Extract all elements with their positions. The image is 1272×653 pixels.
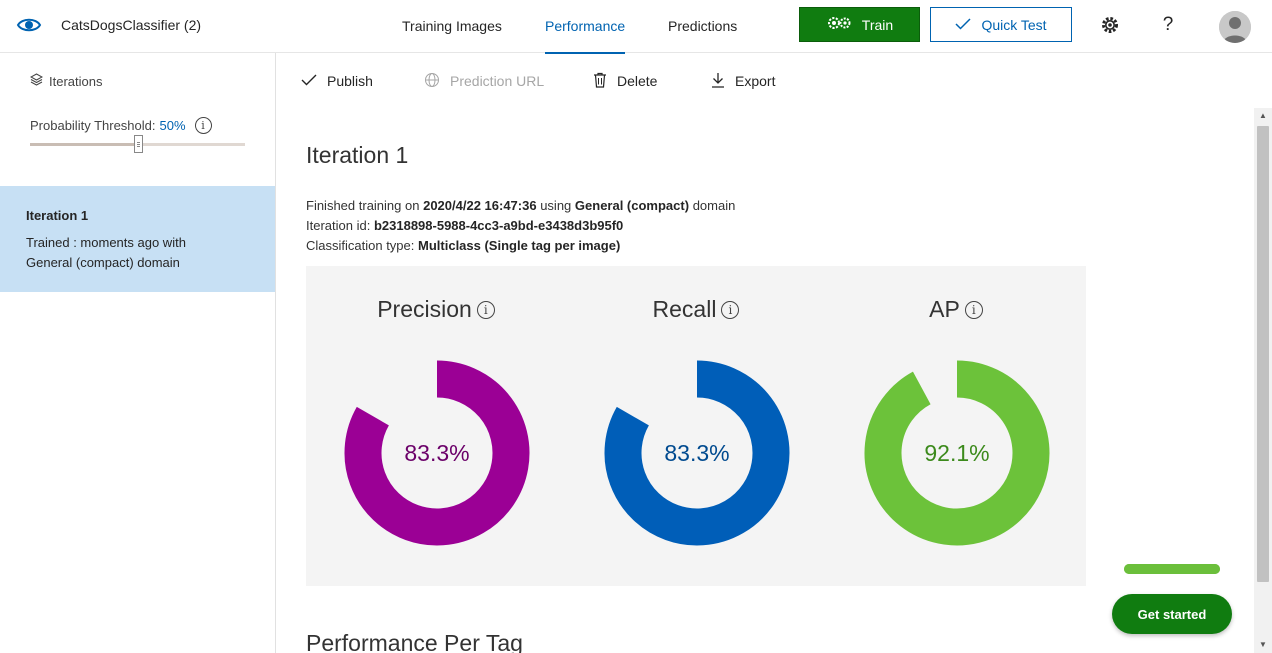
eye-logo-icon[interactable] [16, 12, 42, 38]
recall-value: 83.3% [664, 440, 729, 466]
scroll-down-arrow-icon[interactable]: ▼ [1258, 641, 1268, 649]
publish-label: Publish [327, 73, 373, 89]
delete-button[interactable]: Delete [593, 71, 657, 91]
quick-test-label: Quick Test [981, 16, 1047, 33]
finished-suffix: domain [692, 198, 736, 213]
iterations-sidebar: Iterations Probability Threshold: 50% i … [0, 53, 276, 653]
iteration-desc-line1: Trained : moments ago with [26, 235, 186, 250]
ap-label: AP [929, 296, 960, 322]
prediction-url-label: Prediction URL [450, 73, 545, 89]
project-name[interactable]: CatsDogsClassifier (2) [61, 17, 201, 33]
download-icon [711, 72, 725, 91]
globe-icon [424, 72, 440, 91]
prediction-url-button[interactable]: Prediction URL [424, 71, 544, 91]
probability-value: 50% [159, 118, 186, 133]
scroll-up-arrow-icon[interactable]: ▲ [1258, 112, 1268, 120]
classification-label: Classification type: [306, 238, 415, 253]
finished-using: using [540, 198, 572, 213]
recall-metric: Recall i 83.3% [566, 266, 826, 586]
train-label: Train [861, 16, 894, 33]
probability-threshold: Probability Threshold: 50% i [30, 117, 212, 134]
gear-icon[interactable] [1099, 14, 1121, 36]
recall-label: Recall [652, 296, 717, 322]
precision-metric: Precision i 83.3% [306, 266, 566, 586]
get-started-progress [1124, 564, 1220, 574]
checkmark-icon [301, 73, 317, 89]
metrics-panel: Precision i 83.3% Recall i 83.3% AP i 92… [306, 266, 1086, 586]
iteration-id-value: b2318898-5988-4cc3-a9bd-e3438d3b95f0 [373, 218, 624, 233]
training-info: Finished training on 2020/4/22 16:47:36 … [306, 198, 735, 213]
export-label: Export [735, 73, 776, 89]
main-scrollbar[interactable]: ▲ ▼ [1254, 108, 1272, 653]
finished-date: 2020/4/22 16:47:36 [423, 198, 537, 213]
precision-title: Precision i [306, 296, 566, 323]
precision-label: Precision [377, 296, 472, 322]
iterations-header: Iterations [29, 73, 103, 89]
publish-button[interactable]: Publish [301, 71, 373, 91]
classification-type-line: Classification type: Multiclass (Single … [306, 238, 620, 253]
iteration-desc-line2: General (compact) domain [26, 255, 180, 270]
tab-predictions[interactable]: Predictions [668, 0, 737, 53]
iteration-item[interactable]: Iteration 1 Trained : moments ago with G… [0, 186, 275, 292]
ap-value: 92.1% [924, 440, 989, 466]
precision-donut: 83.3% [344, 360, 530, 546]
info-icon[interactable]: i [964, 300, 983, 319]
ap-title: AP i [826, 296, 1086, 323]
page-title: Iteration 1 [306, 142, 409, 168]
iteration-id-line: Iteration id: b2318898-5988-4cc3-a9bd-e3… [306, 218, 623, 233]
tab-training-images[interactable]: Training Images [402, 0, 502, 53]
train-button[interactable]: Train [799, 7, 920, 42]
probability-slider[interactable] [30, 135, 245, 153]
help-icon[interactable]: ? [1157, 14, 1179, 36]
slider-fill [30, 143, 138, 146]
trash-icon [593, 72, 607, 91]
iteration-title: Iteration 1 [26, 208, 89, 223]
finished-domain: General (compact) [574, 198, 690, 213]
precision-value: 83.3% [404, 440, 469, 466]
export-button[interactable]: Export [711, 71, 775, 91]
slider-thumb[interactable] [133, 135, 143, 153]
finished-prefix: Finished training on [306, 198, 420, 213]
probability-label: Probability Threshold: [30, 118, 156, 133]
tab-performance[interactable]: Performance [545, 0, 626, 54]
classification-value: Multiclass (Single tag per image) [418, 238, 621, 253]
checkmark-icon [955, 17, 971, 33]
info-icon[interactable]: i [476, 300, 495, 319]
info-icon[interactable]: i [721, 300, 740, 319]
info-icon[interactable]: i [194, 117, 212, 134]
recall-donut: 83.3% [604, 360, 790, 546]
get-started-button[interactable]: Get started [1112, 594, 1232, 634]
iteration-id-label: Iteration id: [306, 218, 371, 233]
top-bar: CatsDogsClassifier (2) Training Images P… [0, 0, 1272, 54]
gears-icon [826, 15, 852, 34]
scroll-thumb[interactable] [1257, 126, 1269, 582]
delete-label: Delete [617, 73, 658, 89]
layers-icon [29, 73, 44, 89]
recall-title: Recall i [566, 296, 826, 323]
quick-test-button[interactable]: Quick Test [930, 7, 1072, 42]
get-started-progress-fill [1124, 564, 1220, 574]
ap-donut: 92.1% [864, 360, 1050, 546]
iterations-label: Iterations [49, 73, 103, 89]
avatar[interactable] [1219, 11, 1251, 43]
ap-metric: AP i 92.1% [826, 266, 1086, 586]
performance-per-tag-title: Performance Per Tag [306, 630, 523, 653]
